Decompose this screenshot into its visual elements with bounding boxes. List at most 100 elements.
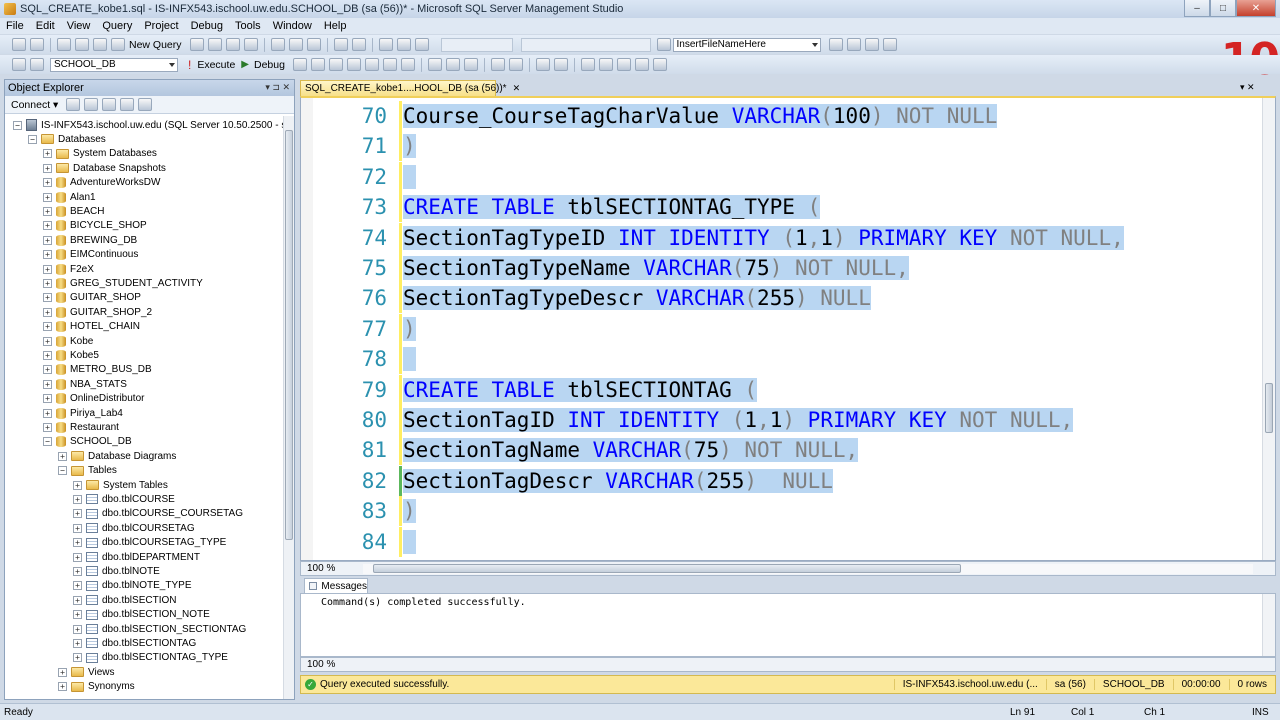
code-line[interactable]: 79 CREATE TABLE tblSECTIONTAG ( bbox=[301, 374, 1261, 405]
tree-node[interactable]: + dbo.tblDEPARTMENT bbox=[73, 550, 200, 564]
expand-icon[interactable]: + bbox=[73, 480, 82, 490]
code-line[interactable]: 70 Course_CourseTagCharValue VARCHAR(100)… bbox=[301, 101, 1261, 131]
tree-node[interactable]: − Tables bbox=[58, 464, 117, 478]
pane-pin-close-icon[interactable]: ▾ ⊐ ✕ bbox=[265, 82, 290, 93]
code-line[interactable]: 72 bbox=[301, 161, 1261, 192]
navigate-forward-icon[interactable] bbox=[396, 38, 411, 51]
paste-icon[interactable] bbox=[306, 38, 321, 51]
expand-icon[interactable]: + bbox=[73, 653, 82, 663]
expand-icon[interactable]: + bbox=[43, 235, 52, 245]
increase-indent-icon[interactable] bbox=[553, 58, 568, 71]
menu-window[interactable]: Window bbox=[267, 20, 318, 32]
editor-vertical-scrollbar[interactable] bbox=[1262, 98, 1275, 560]
sql-editor[interactable]: 70 Course_CourseTagCharValue VARCHAR(100)… bbox=[300, 96, 1276, 561]
tab-list-dropdown-icon[interactable]: ▾ ✕ bbox=[1240, 82, 1255, 93]
toolbox-icon[interactable] bbox=[882, 38, 897, 51]
tree-node[interactable]: − SCHOOL_DB bbox=[43, 435, 132, 449]
tree-node[interactable]: + GUITAR_SHOP bbox=[43, 291, 141, 305]
menu-edit[interactable]: Edit bbox=[30, 20, 61, 32]
expand-icon[interactable]: + bbox=[43, 264, 52, 274]
cancel-query-icon[interactable] bbox=[292, 58, 307, 71]
next-bookmark-icon[interactable] bbox=[634, 58, 649, 71]
code-line[interactable]: 80 SectionTagID INT IDENTITY (1,1) PRIMAR… bbox=[301, 405, 1261, 435]
connect-object-explorer-icon[interactable] bbox=[66, 98, 81, 111]
tree-node[interactable]: + Database Diagrams bbox=[58, 449, 176, 463]
expand-icon[interactable]: + bbox=[43, 192, 52, 202]
tree-node[interactable]: + Restaurant bbox=[43, 420, 119, 434]
expand-icon[interactable]: + bbox=[43, 178, 52, 188]
stop-icon[interactable] bbox=[102, 98, 117, 111]
find-combo[interactable]: InsertFileNameHere bbox=[672, 37, 821, 52]
editor-horizontal-scrollbar[interactable] bbox=[363, 564, 1253, 574]
solution-platform-combo[interactable] bbox=[520, 37, 651, 52]
debug-button[interactable]: Debug bbox=[254, 59, 285, 71]
expand-icon[interactable]: + bbox=[58, 451, 67, 461]
tree-node[interactable]: + dbo.tblCOURSE bbox=[73, 492, 175, 506]
results-zoom[interactable]: 100 % bbox=[307, 659, 335, 670]
expand-icon[interactable]: + bbox=[43, 250, 52, 260]
results-to-file-icon[interactable] bbox=[463, 58, 478, 71]
code-line[interactable]: 76 SectionTagTypeDescr VARCHAR(255) NULL bbox=[301, 283, 1261, 314]
expand-icon[interactable]: + bbox=[73, 595, 82, 605]
solution-configuration-combo[interactable] bbox=[440, 37, 513, 52]
tab-messages[interactable]: Messages bbox=[304, 578, 368, 593]
registered-servers-icon[interactable] bbox=[828, 38, 843, 51]
code-line[interactable]: 83) bbox=[301, 496, 1261, 527]
tree-node[interactable]: + Kobe bbox=[43, 334, 93, 348]
menu-query[interactable]: Query bbox=[96, 20, 138, 32]
display-estimated-plan-icon[interactable] bbox=[328, 58, 343, 71]
code-line[interactable]: 73 CREATE TABLE tblSECTIONTAG_TYPE ( bbox=[301, 192, 1261, 223]
include-actual-plan-icon[interactable] bbox=[382, 58, 397, 71]
code-line[interactable]: 84 bbox=[301, 526, 1261, 557]
query-designer-icon[interactable] bbox=[346, 58, 361, 71]
expand-icon[interactable]: + bbox=[73, 581, 82, 591]
tree-node[interactable]: + EIMContinuous bbox=[43, 248, 138, 262]
tree-node[interactable]: + Piriya_Lab4 bbox=[43, 406, 123, 420]
tree-node[interactable]: + Alan1 bbox=[43, 190, 96, 204]
close-button[interactable]: ✕ bbox=[1236, 0, 1276, 17]
new-query-icon[interactable] bbox=[111, 38, 125, 51]
code-line[interactable]: 82 SectionTagDescr VARCHAR(255) NULL bbox=[301, 465, 1261, 496]
expand-icon[interactable]: + bbox=[43, 365, 52, 375]
new-query-button[interactable]: New Query bbox=[129, 39, 182, 51]
tree-node[interactable]: + Database Snapshots bbox=[43, 161, 166, 175]
expand-icon[interactable]: + bbox=[43, 408, 52, 418]
expand-icon[interactable]: + bbox=[73, 610, 82, 620]
execute-icon[interactable]: ! bbox=[188, 58, 191, 72]
analysis-query-icon[interactable] bbox=[207, 38, 222, 51]
tree-node[interactable]: + dbo.tblSECTION bbox=[73, 593, 176, 607]
tree-node[interactable]: + dbo.tblSECTION_NOTE bbox=[73, 608, 210, 622]
expand-icon[interactable]: + bbox=[73, 552, 82, 562]
expand-icon[interactable]: + bbox=[73, 624, 82, 634]
tree-node[interactable]: + OnlineDistributor bbox=[43, 392, 144, 406]
expand-icon[interactable]: + bbox=[43, 350, 52, 360]
editor-zoom[interactable]: 100 % bbox=[307, 563, 335, 574]
tree-node[interactable]: + NBA_STATS bbox=[43, 377, 127, 391]
results-to-text-icon[interactable] bbox=[427, 58, 442, 71]
new-project-icon[interactable] bbox=[12, 38, 26, 51]
expand-icon[interactable]: + bbox=[43, 163, 52, 173]
decrease-indent-icon[interactable] bbox=[535, 58, 550, 71]
minimize-button[interactable]: – bbox=[1184, 0, 1210, 17]
tree-node[interactable]: − Databases bbox=[28, 132, 106, 146]
refresh-icon[interactable] bbox=[138, 98, 153, 111]
open-file-icon[interactable] bbox=[57, 38, 71, 51]
menu-help[interactable]: Help bbox=[318, 20, 353, 32]
expand-icon[interactable]: + bbox=[43, 322, 52, 332]
prev-bookmark-icon[interactable] bbox=[616, 58, 631, 71]
save-all-icon[interactable] bbox=[93, 38, 107, 51]
redo-icon[interactable] bbox=[351, 38, 366, 51]
close-tab-icon[interactable]: ✕ bbox=[513, 83, 521, 94]
copy-icon[interactable] bbox=[288, 38, 303, 51]
expand-icon[interactable]: + bbox=[43, 379, 52, 389]
menu-project[interactable]: Project bbox=[138, 20, 184, 32]
code-line[interactable]: 74 SectionTagTypeID INT IDENTITY (1,1) PR… bbox=[301, 222, 1261, 253]
tree-node[interactable]: + dbo.tblSECTION_SECTIONTAG bbox=[73, 622, 246, 636]
specify-template-values-icon[interactable] bbox=[580, 58, 595, 71]
undo-icon[interactable] bbox=[333, 38, 348, 51]
clear-bookmarks-icon[interactable] bbox=[652, 58, 667, 71]
tree-node[interactable]: + Views bbox=[58, 665, 115, 679]
code-line[interactable]: 81 SectionTagName VARCHAR(75) NOT NULL, bbox=[301, 435, 1261, 466]
bookmark-icon[interactable] bbox=[598, 58, 613, 71]
tree-node[interactable]: + System Tables bbox=[73, 478, 168, 492]
